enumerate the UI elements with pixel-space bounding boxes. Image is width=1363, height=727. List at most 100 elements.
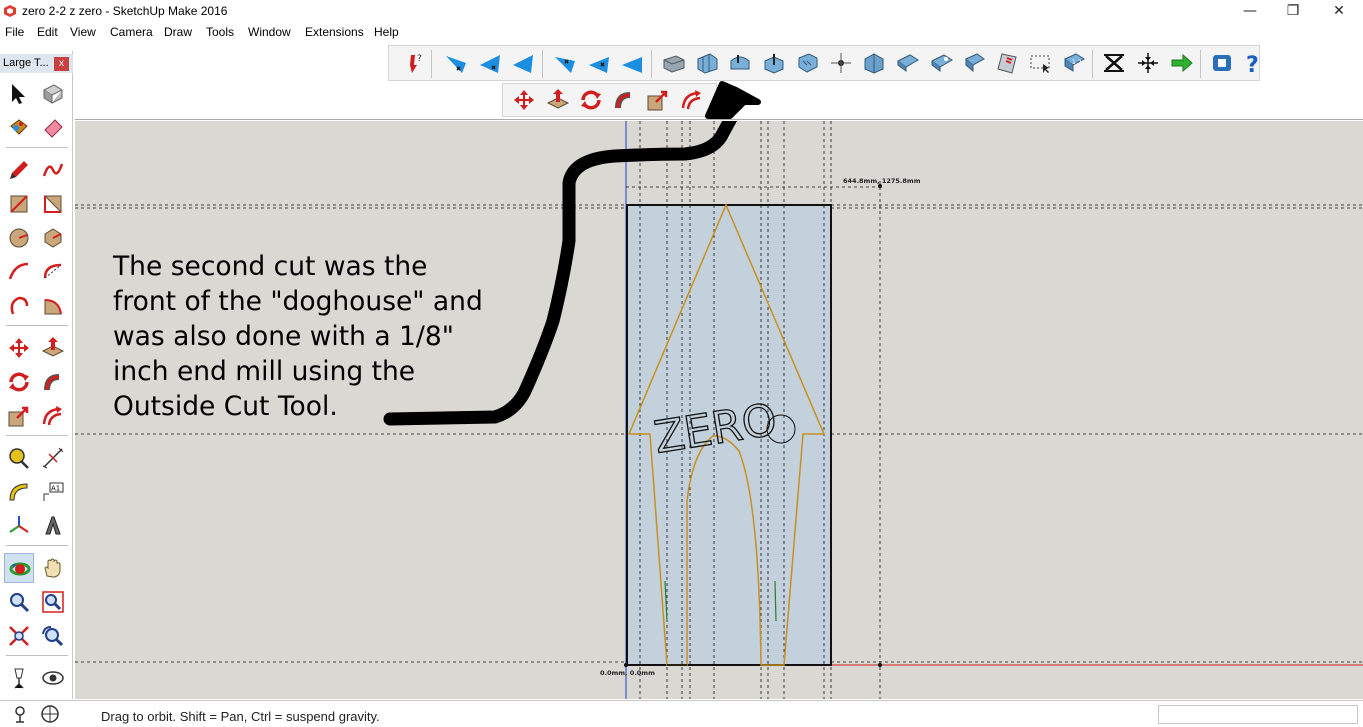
rectangle-tool-button[interactable] [4, 189, 34, 219]
look-around-tool-button[interactable] [38, 663, 68, 693]
sandbox-drape-button[interactable] [793, 49, 823, 77]
menu-file[interactable]: File [5, 25, 24, 39]
push-pull-button[interactable] [543, 86, 573, 114]
view-iso-y-icon [480, 55, 500, 73]
svg-text:1 2: 1 2 [1072, 59, 1082, 66]
freehand-tool-button[interactable] [38, 155, 68, 185]
select-box-button[interactable] [1026, 49, 1056, 77]
make-component-tool-button[interactable] [38, 79, 68, 109]
rotate-icon [581, 90, 601, 110]
explode-arrows-button[interactable] [1133, 49, 1163, 77]
previous-view-tool-button[interactable] [38, 621, 68, 651]
measurements-box[interactable] [1158, 705, 1358, 724]
paint-bucket-tool-button[interactable] [4, 113, 34, 143]
move-tool-button[interactable] [4, 333, 34, 363]
menu-help[interactable]: Help [374, 25, 399, 39]
sandbox-stamp-button[interactable] [759, 49, 789, 77]
view-iso-x-button[interactable] [441, 49, 471, 77]
bottom-dimension-label: 0.0mm, 0.0mm [600, 669, 655, 677]
export-arrow-button[interactable] [1167, 49, 1197, 77]
select-box-icon [1030, 55, 1050, 73]
sandbox-smoove-button[interactable] [725, 49, 755, 77]
pie-tool-button[interactable] [38, 291, 68, 321]
follow-me-button[interactable] [609, 86, 639, 114]
component-attributes-button[interactable] [960, 49, 990, 77]
zoom-tool-button[interactable] [4, 587, 34, 617]
polygon-tool-button[interactable] [38, 223, 68, 253]
text-tool-button[interactable]: A1 [38, 477, 68, 507]
restore-button[interactable]: ❐ [1270, 0, 1316, 23]
view-top-z-button[interactable] [617, 49, 647, 77]
menu-view[interactable]: View [70, 25, 96, 39]
three-point-arc-tool-button[interactable] [4, 291, 34, 321]
geo-location-icon[interactable] [10, 704, 30, 724]
zoom-extents-icon [9, 626, 29, 646]
generate-report-button[interactable] [993, 49, 1023, 77]
component-options-button[interactable] [927, 49, 957, 77]
rotated-rectangle-tool-button[interactable] [38, 189, 68, 219]
menu-edit[interactable]: Edit [37, 25, 58, 39]
tape-measure-tool-button[interactable] [4, 443, 34, 473]
move-icon [514, 90, 534, 110]
sandbox-add-detail-button[interactable] [826, 49, 856, 77]
position-camera-tool-button[interactable] [4, 663, 34, 693]
tool-separator [6, 435, 68, 436]
follow-me-tool-button[interactable] [38, 367, 68, 397]
zoom-extents-tool-button[interactable] [4, 621, 34, 651]
eraser-tool-button[interactable] [38, 113, 68, 143]
push-pull-tool-button[interactable] [38, 333, 68, 363]
help-button[interactable]: ? [1239, 49, 1269, 77]
two-point-arc-tool-button[interactable] [38, 257, 68, 287]
axes-tool-button[interactable] [4, 511, 34, 541]
view-iso-y-button[interactable] [475, 49, 505, 77]
svg-text:A1: A1 [51, 485, 60, 493]
drawing-viewport[interactable]: ZERO 644.8mm, 1275.8mm 0.0mm, 0.0mm The … [75, 121, 1363, 699]
cam-tool-button[interactable]: ? [399, 49, 429, 77]
zoom-window-tool-button[interactable] [38, 587, 68, 617]
annotation-note: The second cut was the front of the "dog… [113, 249, 583, 424]
sandbox-from-scratch-button[interactable] [692, 49, 722, 77]
dynamic-component-button[interactable] [893, 49, 923, 77]
scale-button[interactable] [643, 86, 673, 114]
sandbox-flip-edge-button[interactable] [859, 49, 889, 77]
menu-window[interactable]: Window [248, 25, 291, 39]
credits-icon[interactable] [40, 704, 60, 724]
rotate-icon [9, 372, 29, 392]
view-top-x-button[interactable] [550, 49, 580, 77]
rotate-tool-button[interactable] [4, 367, 34, 397]
view-iso-z-icon [513, 55, 533, 73]
pencil-line-icon [10, 161, 28, 179]
dimension-point-bottom [878, 663, 882, 667]
menu-extensions[interactable]: Extensions [305, 25, 364, 39]
sandbox-smoove-icon [730, 55, 750, 70]
extension-warehouse-button[interactable] [1207, 49, 1237, 77]
sandbox-from-contours-button[interactable] [659, 49, 689, 77]
3d-text-tool-button[interactable] [38, 511, 68, 541]
layer-manager-button[interactable]: 1 2 [1059, 49, 1089, 77]
minimize-button[interactable]: — [1227, 0, 1273, 23]
circle-tool-button[interactable] [4, 223, 34, 253]
move-button[interactable] [509, 86, 539, 114]
select-arrow-tool-button[interactable] [4, 79, 34, 109]
orbit-tool-button[interactable] [4, 553, 34, 583]
annotation-line: was also done with a 1/8" [113, 321, 454, 352]
offset-tool-button[interactable] [38, 401, 68, 431]
menu-camera[interactable]: Camera [110, 25, 153, 39]
menu-draw[interactable]: Draw [164, 25, 192, 39]
view-top-y-icon [589, 57, 609, 73]
menu-tools[interactable]: Tools [206, 25, 234, 39]
panel-title-bar: Large T... x [0, 54, 73, 73]
pencil-line-tool-button[interactable] [4, 155, 34, 185]
delete-x-button[interactable] [1099, 49, 1129, 77]
dimensions-tool-button[interactable] [38, 443, 68, 473]
panel-close-button[interactable]: x [54, 57, 69, 71]
pan-hand-tool-button[interactable] [38, 553, 68, 583]
view-iso-z-button[interactable] [508, 49, 538, 77]
close-button[interactable]: ✕ [1316, 0, 1362, 23]
scale-tool-button[interactable] [4, 401, 34, 431]
view-top-y-button[interactable] [584, 49, 614, 77]
protractor-tool-button[interactable] [4, 477, 34, 507]
arc-tool-button[interactable] [4, 257, 34, 287]
rotate-button[interactable] [576, 86, 606, 114]
tool-separator [6, 325, 68, 326]
